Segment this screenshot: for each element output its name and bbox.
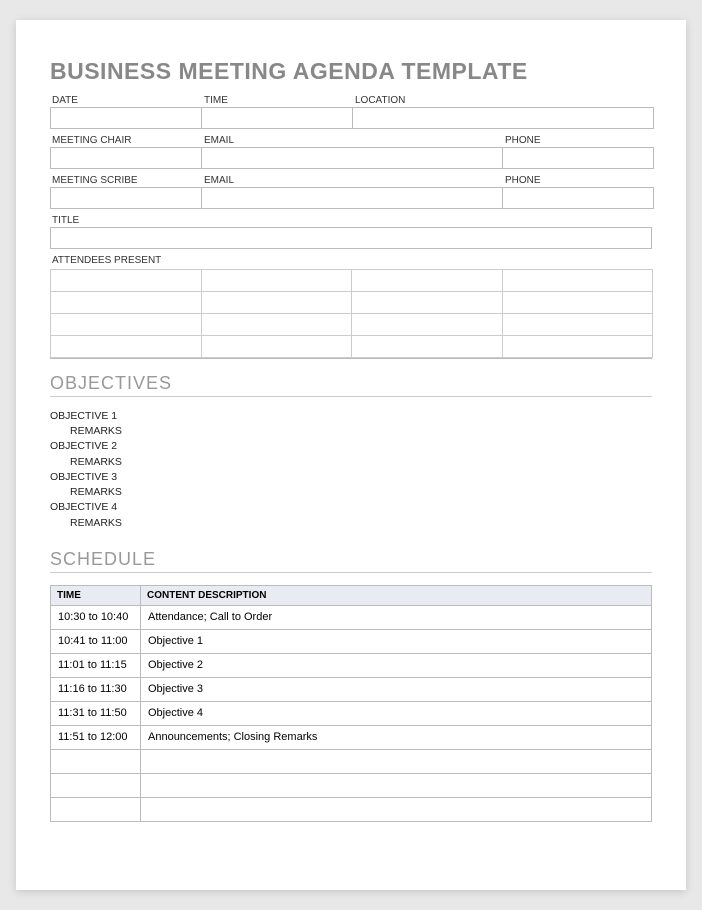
cell-content: Objective 2 [141, 653, 652, 677]
field-input[interactable] [353, 107, 654, 129]
field-title: TITLE [50, 213, 652, 249]
table-row [51, 797, 652, 821]
table-row: 11:16 to 11:30Objective 3 [51, 677, 652, 701]
field-label: LOCATION [353, 93, 654, 107]
cell-content: Attendance; Call to Order [141, 605, 652, 629]
attendee-cell[interactable] [50, 269, 202, 292]
field-input[interactable] [503, 147, 654, 169]
row-chair: MEETING CHAIREMAILPHONE [50, 133, 652, 169]
objectives-list: OBJECTIVE 1REMARKSOBJECTIVE 2REMARKSOBJE… [50, 409, 652, 531]
table-row: 10:30 to 10:40Attendance; Call to Order [51, 605, 652, 629]
cell-time: 11:31 to 11:50 [51, 701, 141, 725]
field-label: EMAIL [202, 133, 503, 147]
row-date-time-location: DATETIMELOCATION [50, 93, 652, 129]
cell-time [51, 773, 141, 797]
header-time: TIME [51, 585, 141, 605]
objective-label: OBJECTIVE 2 [50, 439, 652, 454]
cell-content: Objective 3 [141, 677, 652, 701]
field-phone: PHONE [503, 173, 654, 209]
field-input[interactable] [50, 187, 202, 209]
cell-time [51, 797, 141, 821]
field-date: DATE [50, 93, 202, 129]
objective-remarks: REMARKS [50, 424, 652, 439]
attendees-grid [50, 269, 652, 359]
field-label: PHONE [503, 173, 654, 187]
field-input[interactable] [202, 107, 353, 129]
field-email: EMAIL [202, 173, 503, 209]
attendee-cell[interactable] [201, 313, 353, 336]
attendee-cell[interactable] [351, 313, 503, 336]
field-label: TIME [202, 93, 353, 107]
attendee-cell[interactable] [201, 269, 353, 292]
field-label: MEETING CHAIR [50, 133, 202, 147]
table-row: 11:01 to 11:15Objective 2 [51, 653, 652, 677]
attendee-cell[interactable] [502, 313, 654, 336]
objective-label: OBJECTIVE 1 [50, 409, 652, 424]
cell-content [141, 749, 652, 773]
cell-time: 11:16 to 11:30 [51, 677, 141, 701]
field-meeting-chair: MEETING CHAIR [50, 133, 202, 169]
attendee-cell[interactable] [502, 291, 654, 314]
attendee-cell[interactable] [351, 335, 503, 358]
attendee-cell[interactable] [50, 335, 202, 358]
attendee-cell[interactable] [50, 291, 202, 314]
row-title: TITLE [50, 213, 652, 249]
cell-content: Objective 4 [141, 701, 652, 725]
field-input[interactable] [202, 147, 503, 169]
cell-content [141, 797, 652, 821]
table-row [51, 749, 652, 773]
objective-remarks: REMARKS [50, 516, 652, 531]
header-content: CONTENT DESCRIPTION [141, 585, 652, 605]
cell-content: Announcements; Closing Remarks [141, 725, 652, 749]
attendee-cell[interactable] [201, 291, 353, 314]
schedule-table: TIME CONTENT DESCRIPTION 10:30 to 10:40A… [50, 585, 652, 822]
field-label: PHONE [503, 133, 654, 147]
cell-content: Objective 1 [141, 629, 652, 653]
field-label: TITLE [50, 213, 652, 227]
cell-time: 10:41 to 11:00 [51, 629, 141, 653]
attendee-cell[interactable] [351, 269, 503, 292]
field-input[interactable] [503, 187, 654, 209]
table-row [51, 773, 652, 797]
objective-remarks: REMARKS [50, 455, 652, 470]
field-time: TIME [202, 93, 353, 129]
cell-time: 11:01 to 11:15 [51, 653, 141, 677]
cell-time: 10:30 to 10:40 [51, 605, 141, 629]
attendee-cell[interactable] [201, 335, 353, 358]
table-row: 10:41 to 11:00Objective 1 [51, 629, 652, 653]
schedule-heading: SCHEDULE [50, 549, 652, 573]
field-phone: PHONE [503, 133, 654, 169]
field-location: LOCATION [353, 93, 654, 129]
field-label: DATE [50, 93, 202, 107]
page-title: BUSINESS MEETING AGENDA TEMPLATE [50, 58, 652, 85]
row-scribe: MEETING SCRIBEEMAILPHONE [50, 173, 652, 209]
field-label: EMAIL [202, 173, 503, 187]
page: BUSINESS MEETING AGENDA TEMPLATE DATETIM… [16, 20, 686, 890]
field-input[interactable] [50, 147, 202, 169]
field-label: MEETING SCRIBE [50, 173, 202, 187]
attendee-cell[interactable] [50, 313, 202, 336]
attendee-cell[interactable] [502, 335, 654, 358]
cell-content [141, 773, 652, 797]
attendee-cell[interactable] [351, 291, 503, 314]
field-meeting-scribe: MEETING SCRIBE [50, 173, 202, 209]
table-row: 11:31 to 11:50Objective 4 [51, 701, 652, 725]
objective-remarks: REMARKS [50, 485, 652, 500]
objectives-heading: OBJECTIVES [50, 373, 652, 397]
field-input[interactable] [50, 107, 202, 129]
cell-time: 11:51 to 12:00 [51, 725, 141, 749]
table-row: 11:51 to 12:00Announcements; Closing Rem… [51, 725, 652, 749]
field-email: EMAIL [202, 133, 503, 169]
schedule-body: 10:30 to 10:40Attendance; Call to Order1… [51, 605, 652, 821]
attendees-label: ATTENDEES PRESENT [50, 253, 652, 267]
objective-label: OBJECTIVE 4 [50, 500, 652, 515]
attendee-cell[interactable] [502, 269, 654, 292]
field-input[interactable] [202, 187, 503, 209]
field-input[interactable] [50, 227, 652, 249]
objective-label: OBJECTIVE 3 [50, 470, 652, 485]
cell-time [51, 749, 141, 773]
